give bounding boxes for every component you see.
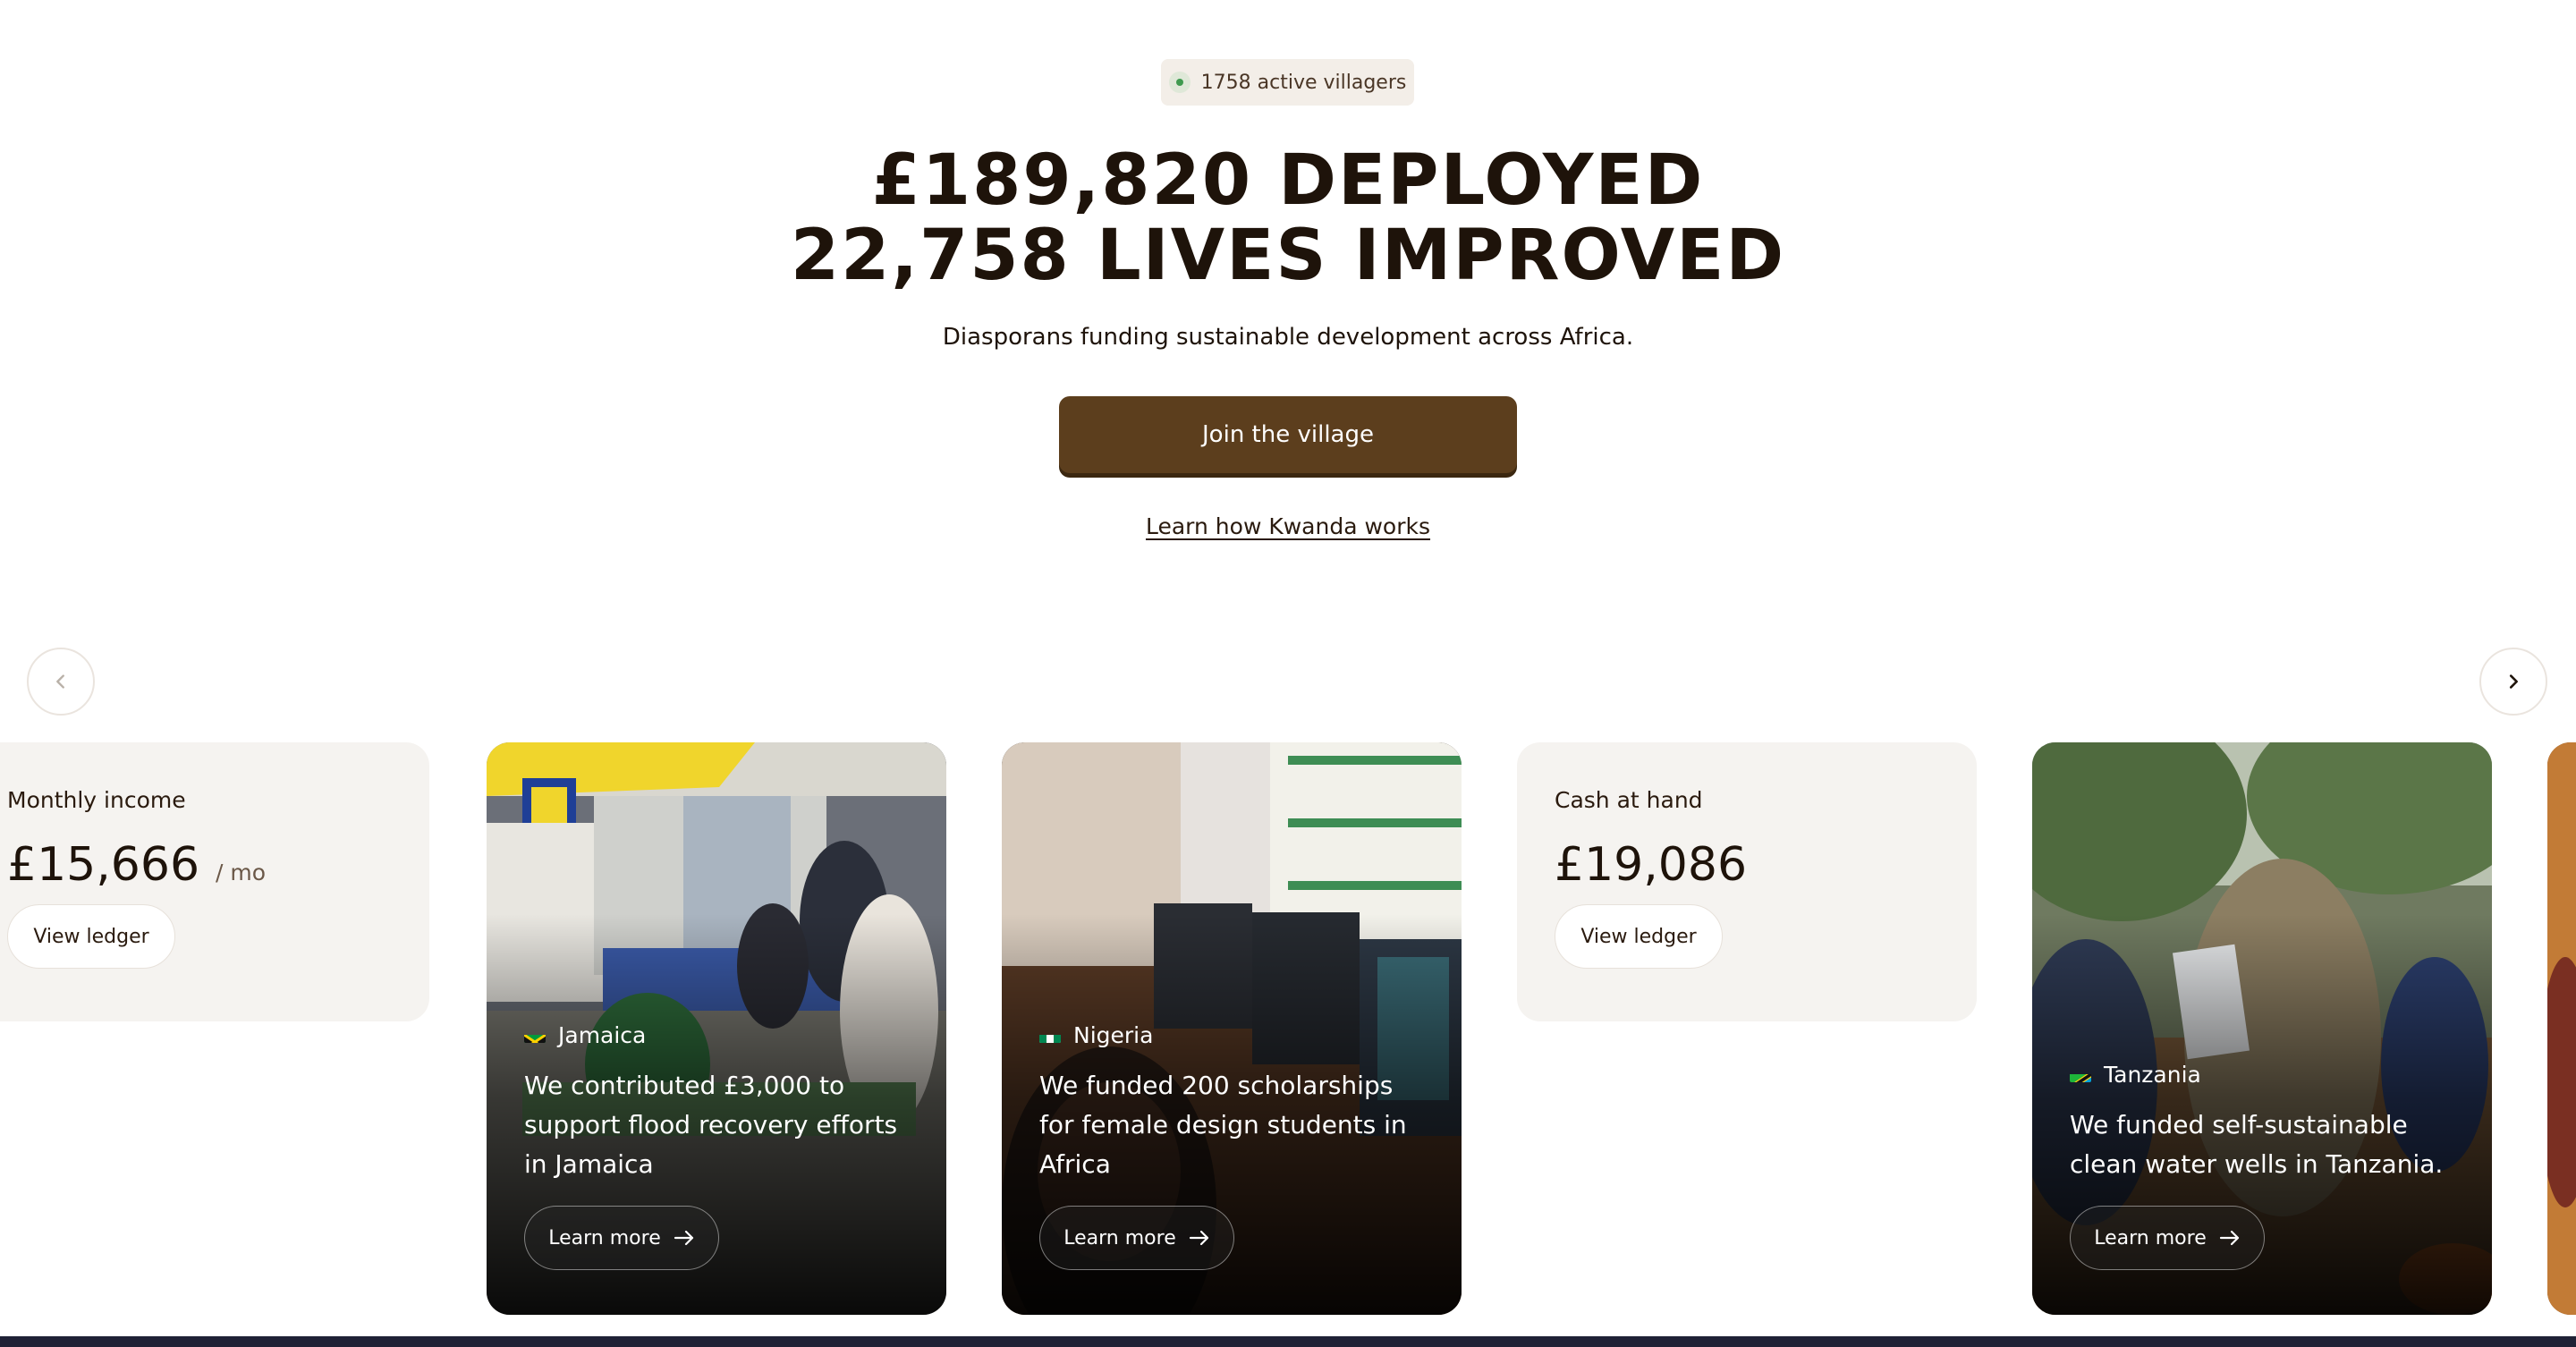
- story-text: We funded 200 scholarships for female de…: [1039, 1071, 1407, 1179]
- story-text: We contributed £3,000 to support flood r…: [524, 1071, 898, 1179]
- stat-label: Monthly income: [7, 787, 186, 813]
- stat-value: £19,086: [1555, 838, 1748, 892]
- headline-deployed: £189,820 DEPLOYED: [871, 140, 1705, 221]
- learn-more-label: Learn more: [548, 1226, 661, 1250]
- story-card-next-partial[interactable]: [2547, 742, 2576, 1315]
- view-ledger-button[interactable]: View ledger: [7, 904, 175, 969]
- stat-label: Cash at hand: [1555, 787, 1703, 813]
- page: 1758 active villagers £189,820 DEPLOYED …: [0, 0, 2576, 1336]
- learn-more-button[interactable]: Learn more: [1039, 1206, 1234, 1270]
- monthly-income-card: Monthly income £15,666 / mo View ledger: [0, 742, 429, 1021]
- view-ledger-button[interactable]: View ledger: [1555, 904, 1723, 969]
- join-village-button[interactable]: Join the village: [1059, 396, 1517, 473]
- country-row: Nigeria: [1039, 1022, 1435, 1048]
- tanzania-flag-icon: [2070, 1068, 2091, 1082]
- stat-value-row: £15,666 / mo: [7, 838, 392, 892]
- stat-value-row: £19,086: [1555, 838, 1939, 892]
- headline-lives: 22,758 LIVES IMPROVED: [790, 216, 1786, 296]
- country-name: Nigeria: [1073, 1022, 1154, 1048]
- story-text: We funded self-sustainable clean water w…: [2070, 1110, 2444, 1179]
- learn-more-label: Learn more: [1063, 1226, 1176, 1250]
- hero-subtitle: Diasporans funding sustainable developme…: [942, 324, 1634, 351]
- nigeria-flag-icon: [1039, 1029, 1061, 1043]
- country-name: Jamaica: [558, 1022, 647, 1048]
- learn-more-label: Learn more: [2094, 1226, 2207, 1250]
- story-card-jamaica[interactable]: Jamaica We contributed £3,000 to support…: [487, 742, 946, 1315]
- story-photo: [2547, 742, 2576, 1315]
- active-villagers-badge: 1758 active villagers: [1161, 59, 1414, 106]
- country-name: Tanzania: [2104, 1062, 2201, 1088]
- cash-at-hand-card: Cash at hand £19,086 View ledger: [1517, 742, 1977, 1021]
- country-row: Jamaica: [524, 1022, 919, 1048]
- learn-more-button[interactable]: Learn more: [2070, 1206, 2265, 1270]
- stat-suffix: / mo: [216, 860, 267, 885]
- stat-value: £15,666: [7, 838, 200, 892]
- arrow-right-icon: [1189, 1230, 1208, 1246]
- chevron-right-icon: [2509, 674, 2518, 689]
- hero-headline: £189,820 DEPLOYED 22,758 LIVES IMPROVED: [0, 143, 2576, 293]
- badge-text: 1758 active villagers: [1200, 71, 1407, 94]
- story-content: Nigeria We funded 200 scholarships for f…: [1039, 1022, 1435, 1270]
- bottom-edge: [0, 1336, 2576, 1347]
- carousel-prev-button[interactable]: [27, 648, 95, 716]
- story-content: Tanzania We funded self-sustainable clea…: [2070, 1062, 2465, 1270]
- story-content: Jamaica We contributed £3,000 to support…: [524, 1022, 919, 1270]
- jamaica-flag-icon: [524, 1029, 546, 1043]
- status-dot-icon: [1168, 72, 1191, 93]
- learn-how-link[interactable]: Learn how Kwanda works: [1146, 513, 1430, 539]
- arrow-right-icon: [674, 1230, 693, 1246]
- story-card-tanzania[interactable]: Tanzania We funded self-sustainable clea…: [2032, 742, 2492, 1315]
- learn-how-link-wrap: Learn how Kwanda works: [0, 513, 2576, 539]
- carousel-next-button[interactable]: [2479, 648, 2547, 716]
- learn-more-button[interactable]: Learn more: [524, 1206, 719, 1270]
- arrow-right-icon: [2219, 1230, 2239, 1246]
- chevron-left-icon: [56, 674, 64, 689]
- story-card-nigeria[interactable]: Nigeria We funded 200 scholarships for f…: [1002, 742, 1462, 1315]
- country-row: Tanzania: [2070, 1062, 2465, 1088]
